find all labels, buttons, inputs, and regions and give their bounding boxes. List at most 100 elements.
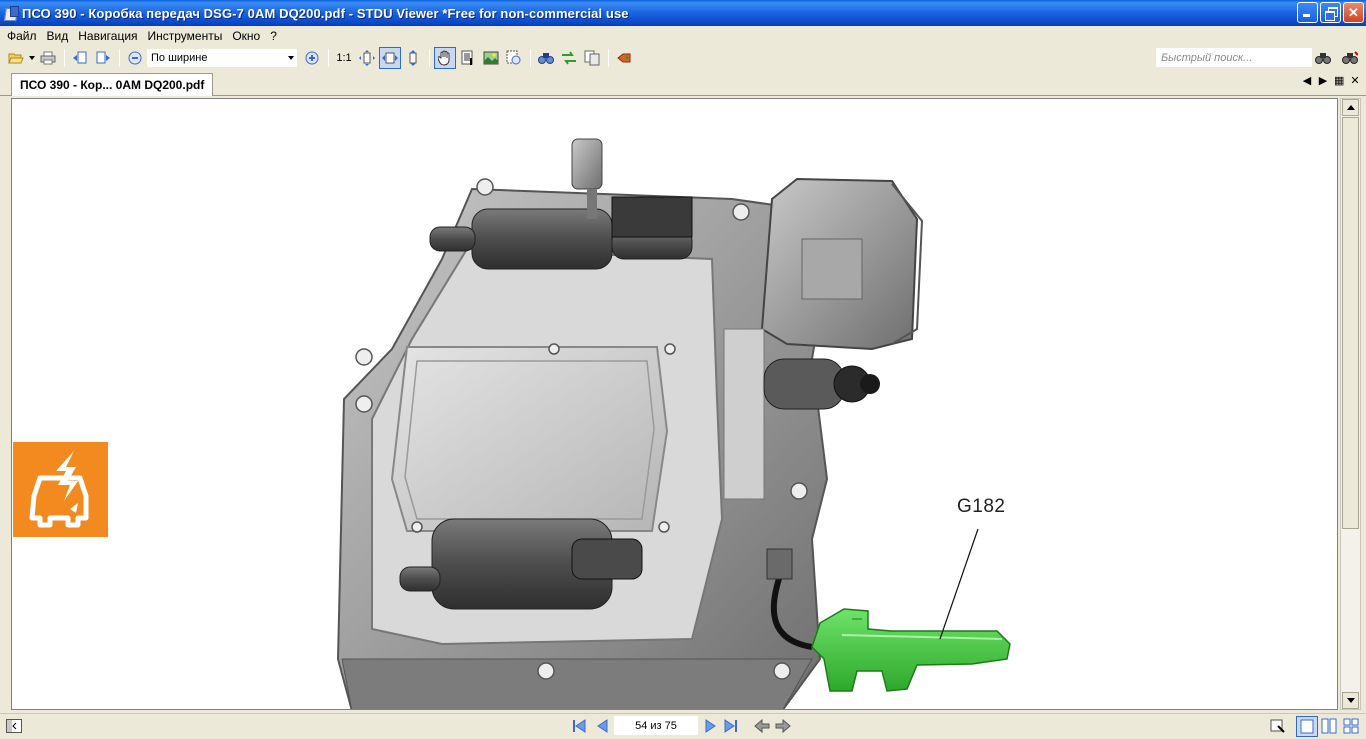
- quick-search-input[interactable]: Быстрый поиск...: [1156, 48, 1312, 67]
- zoom-mode-select[interactable]: По ширине: [147, 49, 297, 67]
- warning-badge-icon: [13, 442, 108, 537]
- last-page-icon[interactable]: [724, 719, 738, 733]
- search-controls: [1312, 47, 1362, 69]
- find-icon: [538, 53, 554, 64]
- app-icon[interactable]: [4, 6, 19, 20]
- binoculars-icon: [1315, 53, 1331, 64]
- actual-size-label: 1:1: [336, 52, 352, 64]
- two-page-view-icon[interactable]: [1321, 718, 1337, 734]
- history-forward-icon[interactable]: [775, 719, 791, 733]
- arrow-up-icon: [1346, 105, 1355, 110]
- first-page-icon[interactable]: [572, 719, 586, 733]
- open-dropdown[interactable]: [28, 47, 36, 69]
- restore-button[interactable]: [1320, 2, 1341, 23]
- chevron-down-icon: [288, 56, 294, 60]
- binoculars-settings-icon: [1342, 51, 1358, 64]
- snapshot-button[interactable]: [480, 47, 502, 69]
- open-folder-icon: [8, 53, 24, 64]
- status-info-icon[interactable]: [1270, 718, 1286, 734]
- rotate-icon: [562, 51, 576, 65]
- chevron-down-icon: [29, 56, 35, 60]
- fit-height-icon: [409, 50, 417, 66]
- fit-height-button[interactable]: [402, 47, 424, 69]
- restore-icon: [1321, 3, 1340, 22]
- minimize-icon: [1298, 3, 1317, 22]
- vertical-scrollbar[interactable]: [1340, 98, 1361, 710]
- scroll-down-button[interactable]: [1342, 692, 1359, 709]
- bookmark-icon: [617, 53, 631, 63]
- window-controls: ✕: [1297, 2, 1364, 23]
- page-illustration: [13, 138, 1011, 709]
- sidebar-toggle-icon[interactable]: [6, 719, 22, 733]
- minimize-button[interactable]: [1297, 2, 1318, 23]
- tab-scroll-right-icon[interactable]: ▶: [1318, 74, 1328, 87]
- actual-size-button[interactable]: 1:1: [333, 47, 355, 69]
- document-tab-bar: ПСО 390 - Кор... 0AM DQ200.pdf ◀ ▶ ▦ ✕: [0, 70, 1366, 96]
- zoom-mode-value: По ширине: [151, 52, 208, 64]
- previous-page-icon[interactable]: [596, 719, 608, 733]
- tab-document[interactable]: ПСО 390 - Кор... 0AM DQ200.pdf: [11, 73, 214, 96]
- fit-width-button[interactable]: [379, 47, 401, 69]
- callout-label-g182: G182: [957, 496, 1006, 517]
- prev-view-button[interactable]: [69, 47, 91, 69]
- print-icon: [40, 51, 56, 65]
- menu-bar: Файл Вид Навигация Инструменты Окно ?: [0, 26, 1366, 46]
- text-select-icon: [461, 50, 473, 65]
- copy-button[interactable]: [581, 47, 603, 69]
- close-icon: ✕: [1348, 5, 1359, 20]
- menu-help[interactable]: ?: [265, 26, 282, 46]
- toolbar-separator: [64, 49, 65, 67]
- print-button[interactable]: [37, 47, 59, 69]
- menu-file[interactable]: Файл: [2, 26, 42, 46]
- single-page-view-button[interactable]: [1296, 716, 1318, 737]
- fit-width-icon: [382, 52, 398, 64]
- callout-line: [939, 528, 979, 640]
- status-bar: 54 из 75: [0, 713, 1366, 738]
- zoom-in-icon: [305, 51, 319, 65]
- bookmark-button[interactable]: [613, 47, 635, 69]
- menu-navigation[interactable]: Навигация: [73, 26, 142, 46]
- tab-list-icon[interactable]: ▦: [1334, 74, 1344, 87]
- tab-close-icon[interactable]: ✕: [1350, 74, 1360, 87]
- text-snapshot-button[interactable]: [503, 47, 525, 69]
- copy-icon: [584, 50, 600, 66]
- g182-sensor: [811, 608, 1011, 692]
- open-button[interactable]: [5, 47, 27, 69]
- tab-controls: ◀ ▶ ▦ ✕: [1302, 74, 1360, 87]
- title-bar: ПСО 390 - Коробка передач DSG-7 0AM DQ20…: [0, 0, 1366, 26]
- next-page-icon[interactable]: [705, 719, 717, 733]
- zoom-in-button[interactable]: [301, 47, 323, 69]
- zoom-out-button[interactable]: [124, 47, 146, 69]
- document-page-view[interactable]: G182: [11, 98, 1338, 710]
- toolbar-separator: [530, 49, 531, 67]
- zoom-out-icon: [128, 51, 142, 65]
- arrow-down-icon: [1346, 698, 1355, 703]
- hand-tool-icon: [438, 50, 450, 66]
- rotate-button[interactable]: [558, 47, 580, 69]
- menu-view[interactable]: Вид: [42, 26, 74, 46]
- scroll-thumb[interactable]: [1342, 117, 1359, 529]
- find-button[interactable]: [535, 47, 557, 69]
- hand-tool-button[interactable]: [434, 47, 456, 69]
- page-number-field[interactable]: 54 из 75: [614, 716, 698, 735]
- text-select-button[interactable]: [457, 47, 479, 69]
- toolbar-separator: [429, 49, 430, 67]
- page-forward-icon: [96, 51, 110, 64]
- search-options-button[interactable]: [1339, 47, 1361, 69]
- page-back-icon: [73, 51, 87, 64]
- text-snapshot-icon: [506, 50, 521, 65]
- next-view-button[interactable]: [92, 47, 114, 69]
- toolbar-separator: [328, 49, 329, 67]
- tab-scroll-left-icon[interactable]: ◀: [1302, 74, 1312, 87]
- fit-page-icon: [359, 50, 375, 66]
- toolbar-separator: [119, 49, 120, 67]
- single-page-icon: [1300, 719, 1314, 734]
- menu-window[interactable]: Окно: [227, 26, 265, 46]
- grid-view-icon[interactable]: [1343, 718, 1359, 734]
- menu-tools[interactable]: Инструменты: [143, 26, 228, 46]
- close-button[interactable]: ✕: [1343, 2, 1364, 23]
- history-back-icon[interactable]: [754, 719, 770, 733]
- fit-page-button[interactable]: [356, 47, 378, 69]
- search-button[interactable]: [1312, 47, 1334, 69]
- scroll-up-button[interactable]: [1342, 99, 1359, 116]
